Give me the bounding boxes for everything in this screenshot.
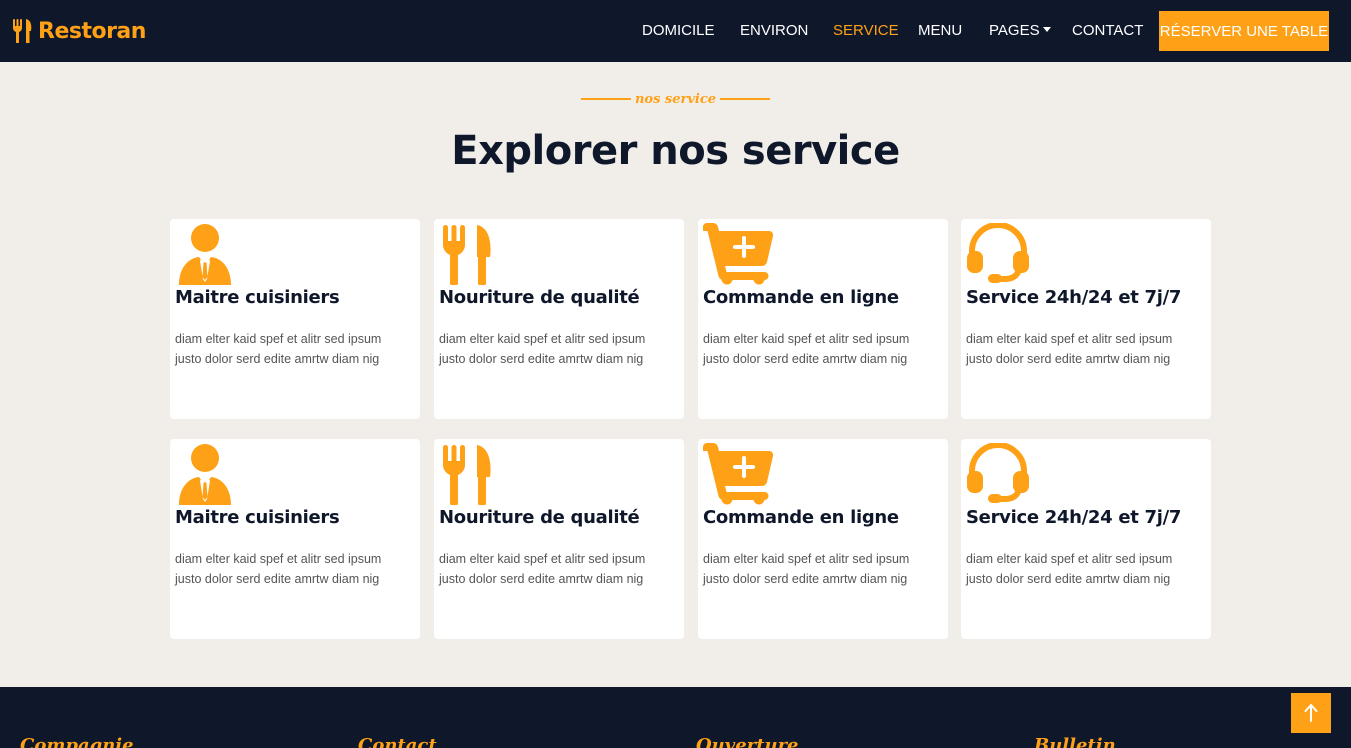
service-title: Service 24h/24 et 7j/7 [966,287,1182,308]
footer-heading-newsletter: Bulletin [1034,735,1116,748]
service-description: diam elter kaid spef et alitr sed ipsum … [439,332,646,366]
service-card: Service 24h/24 et 7j/7 diam elter kaid sp… [961,219,1211,419]
service-description: diam elter kaid spef et alitr sed ipsum … [175,552,382,586]
eyebrow-text: nos service [634,91,717,107]
service-description: diam elter kaid spef et alitr sed ipsum … [175,332,382,366]
service-title: Commande en ligne [703,507,899,528]
service-card: Nouriture de qualité diam elter kaid spef… [434,219,684,419]
service-card: Commande en ligne diam elter kaid spef et… [698,439,948,639]
service-description: diam elter kaid spef et alitr sed ipsum … [439,552,646,586]
eyebrow-line-right [720,98,771,100]
utensils-icon [439,443,509,507]
nav-menu: DOMICILE ENVIRON SERVICE MENU PAGES CONT… [0,0,1351,62]
utensils-icon [439,223,509,287]
nav-item-environ[interactable]: ENVIRON [740,22,808,39]
chef-icon [175,443,245,505]
arrow-up-icon [1304,704,1318,722]
cart-plus-icon [700,222,774,285]
service-title: Service 24h/24 et 7j/7 [966,507,1182,528]
footer-heading-contact: Contact [358,735,437,748]
back-to-top-button[interactable] [1291,693,1331,733]
navbar: Restoran DOMICILE ENVIRON SERVICE MENU P… [0,0,1351,62]
service-card: Nouriture de qualité diam elter kaid spef… [434,439,684,639]
cart-plus-icon [700,442,774,505]
headset-icon [966,442,1036,503]
reserve-table-button[interactable]: RÉSERVER UNE TABLE [1159,11,1329,51]
service-card: Maitre cuisiniers diam elter kaid spef et… [170,439,420,639]
chef-icon [175,223,245,285]
service-card: Commande en ligne diam elter kaid spef et… [698,219,948,419]
footer: Compagnie Contact Ouverture Bulletin [0,687,1351,748]
service-card: Maitre cuisiniers diam elter kaid spef et… [170,219,420,419]
service-description: diam elter kaid spef et alitr sed ipsum … [703,552,910,586]
nav-item-pages[interactable]: PAGES [989,22,1051,39]
service-title: Maitre cuisiniers [175,287,340,308]
caret-down-icon [1042,27,1051,32]
service-title: Commande en ligne [703,287,899,308]
nav-item-domicile[interactable]: DOMICILE [642,22,715,39]
footer-heading-opening: Ouverture [696,735,799,748]
nav-item-service[interactable]: SERVICE [833,22,899,39]
service-title: Maitre cuisiniers [175,507,340,528]
headset-icon [966,222,1036,283]
service-title: Nouriture de qualité [439,507,640,528]
footer-heading-company: Compagnie [20,735,134,748]
service-card: Service 24h/24 et 7j/7 diam elter kaid sp… [961,439,1211,639]
section-title: Explorer nos service [451,128,900,174]
service-description: diam elter kaid spef et alitr sed ipsum … [966,332,1173,366]
nav-item-contact[interactable]: CONTACT [1072,22,1143,39]
nav-item-pages-label: PAGES [989,22,1040,39]
service-description: diam elter kaid spef et alitr sed ipsum … [966,552,1173,586]
nav-item-menu[interactable]: MENU [918,22,962,39]
eyebrow-line-left [580,98,631,100]
service-description: diam elter kaid spef et alitr sed ipsum … [703,332,910,366]
service-title: Nouriture de qualité [439,287,640,308]
section-eyebrow: nos service [0,88,1351,110]
